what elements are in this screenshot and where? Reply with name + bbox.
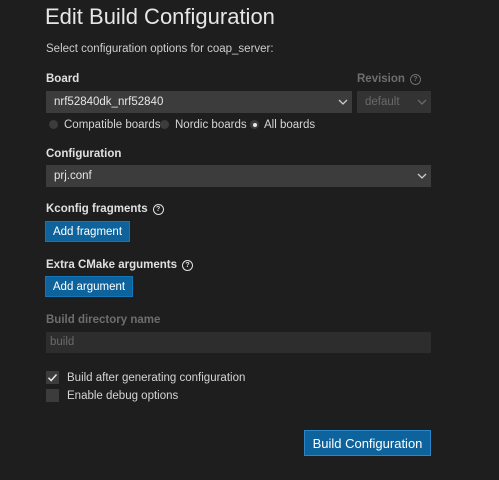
build-dir-label: Build directory name [46, 314, 161, 326]
cmake-args-label: Extra CMake arguments? [46, 259, 194, 271]
configuration-label: Configuration [46, 148, 122, 160]
radio-compatible-boards[interactable] [49, 120, 58, 129]
debug-options-checkbox[interactable] [46, 389, 59, 402]
build-configuration-button[interactable]: Build Configuration [304, 430, 431, 456]
debug-options-label[interactable]: Enable debug options [67, 390, 178, 402]
cmake-args-label-text: Extra CMake arguments [46, 259, 178, 271]
add-argument-button[interactable]: Add argument [45, 276, 133, 297]
configuration-select[interactable]: prj.conf [46, 165, 431, 187]
radio-nordic-boards[interactable] [160, 120, 169, 129]
build-after-label[interactable]: Build after generating configuration [67, 372, 245, 384]
build-dir-input: build [46, 332, 431, 353]
kconfig-label: Kconfig fragments? [46, 203, 164, 215]
check-icon [47, 374, 58, 382]
add-fragment-button[interactable]: Add fragment [45, 221, 130, 242]
help-circle-icon[interactable]: ? [152, 204, 164, 215]
board-select[interactable]: nrf52840dk_nrf52840 [46, 91, 352, 113]
radio-nordic-boards-label[interactable]: Nordic boards [175, 119, 247, 131]
radio-all-boards-label[interactable]: All boards [264, 119, 315, 131]
configuration-select-value: prj.conf [54, 170, 92, 182]
board-select-value: nrf52840dk_nrf52840 [54, 96, 164, 108]
chevron-down-icon [338, 99, 348, 105]
help-circle-icon[interactable]: ? [182, 260, 194, 271]
chevron-down-icon [417, 173, 427, 179]
revision-select: default [357, 91, 431, 113]
build-after-checkbox[interactable] [46, 371, 59, 384]
radio-compatible-boards-label[interactable]: Compatible boards [64, 119, 161, 131]
help-circle-icon[interactable]: ? [409, 74, 421, 85]
revision-label-text: Revision [357, 73, 405, 85]
radio-all-boards[interactable] [250, 120, 259, 129]
page-title: Edit Build Configuration [45, 4, 275, 29]
board-label: Board [46, 73, 80, 85]
page-subtitle: Select configuration options for coap_se… [46, 43, 274, 55]
revision-label: Revision? [357, 73, 421, 85]
kconfig-label-text: Kconfig fragments [46, 203, 148, 215]
chevron-down-icon [417, 99, 427, 105]
revision-select-value: default [365, 96, 400, 108]
